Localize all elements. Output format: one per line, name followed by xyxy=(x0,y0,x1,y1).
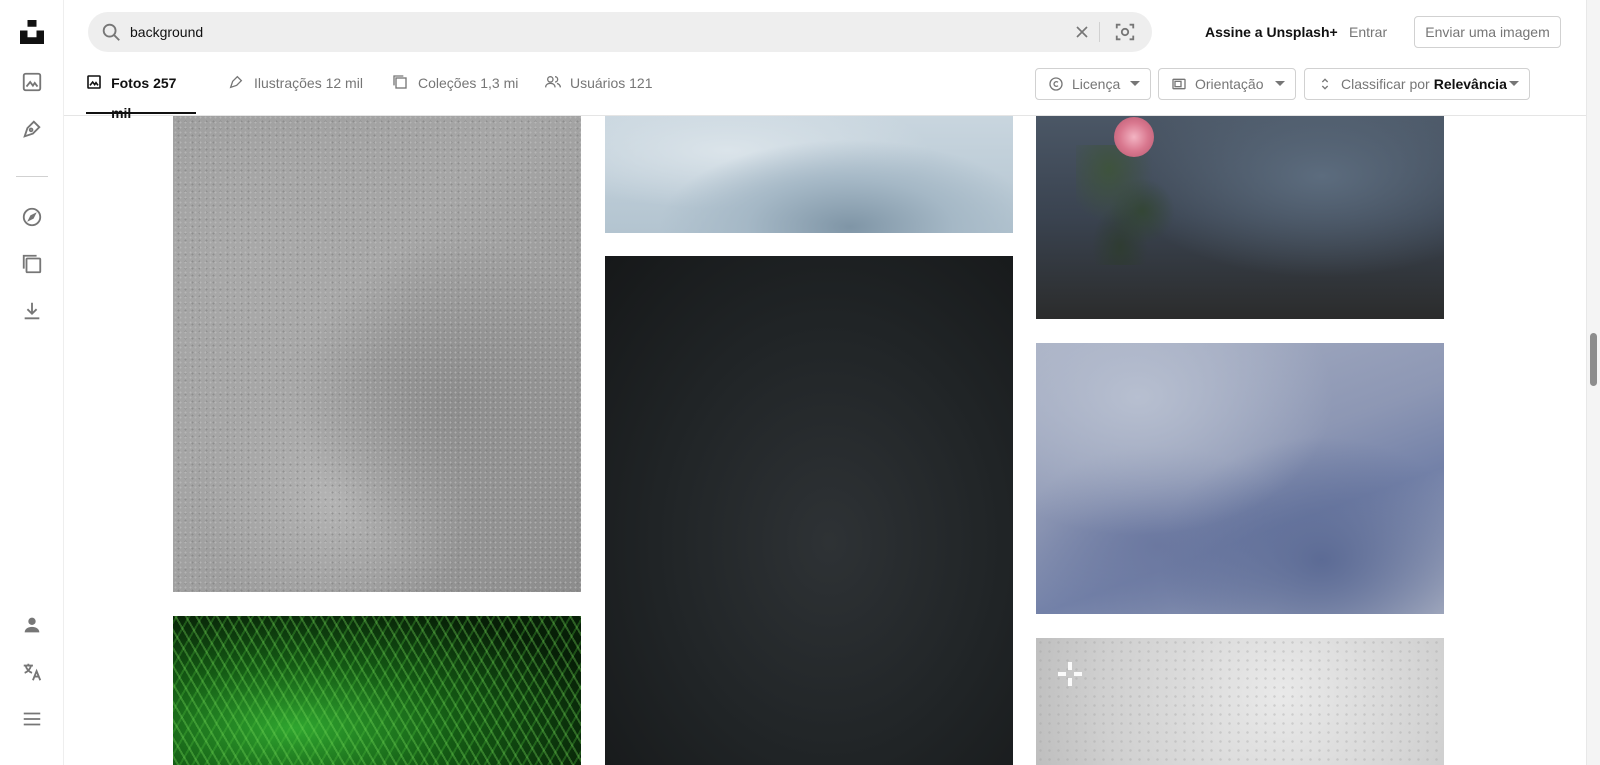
submit-image-button[interactable]: Enviar uma imagem xyxy=(1414,16,1561,48)
photo-blue-wall[interactable] xyxy=(1036,343,1444,614)
search-bar xyxy=(88,12,1152,52)
left-sidebar xyxy=(0,0,64,765)
search-icon[interactable] xyxy=(100,21,122,43)
page-scrollbar-thumb[interactable] xyxy=(1590,333,1597,386)
login-link[interactable]: Entrar xyxy=(1349,22,1387,42)
visual-search-icon[interactable] xyxy=(1114,21,1136,43)
photos-icon[interactable] xyxy=(20,70,44,94)
orientation-icon xyxy=(1171,76,1187,92)
clear-search-icon[interactable] xyxy=(1072,22,1092,42)
unsplash-logo-icon[interactable] xyxy=(20,20,44,44)
photo-icon xyxy=(86,74,103,92)
tab-users-label: Usuários 121 xyxy=(570,75,653,91)
chevron-down-icon xyxy=(1275,81,1285,86)
chevron-down-icon xyxy=(1509,81,1519,86)
tab-illustrations-label: Ilustrações 12 mil xyxy=(254,75,363,91)
tab-photos-label: Fotos 257 mil xyxy=(111,75,177,121)
sort-filter[interactable]: Classificar por Relevância xyxy=(1304,68,1530,100)
unsplash-plus-link[interactable]: Assine a Unsplash+ xyxy=(1205,22,1338,42)
tab-collections[interactable]: Coleções 1,3 mi xyxy=(392,68,518,114)
collections-icon xyxy=(392,74,410,92)
sort-filter-value: Relevância xyxy=(1433,76,1507,92)
illustrations-icon[interactable] xyxy=(20,117,44,141)
license-filter-label: Licença xyxy=(1072,76,1121,92)
pink-flower xyxy=(1114,117,1154,157)
menu-icon[interactable] xyxy=(20,707,44,731)
pen-icon xyxy=(228,74,246,92)
chevron-down-icon xyxy=(1130,81,1140,86)
sidebar-divider xyxy=(16,176,48,177)
tab-users[interactable]: Usuários 121 xyxy=(544,68,653,114)
leaves-decoration xyxy=(1076,145,1186,265)
license-filter[interactable]: Licença xyxy=(1035,68,1151,100)
photo-green-fern[interactable] xyxy=(173,616,581,765)
explore-icon[interactable] xyxy=(20,205,44,229)
photo-white-wall[interactable] xyxy=(1036,638,1444,765)
tab-collections-label: Coleções 1,3 mi xyxy=(418,75,519,91)
orientation-filter-label: Orientação xyxy=(1195,76,1264,92)
tab-photos[interactable]: Fotos 257 mil xyxy=(86,68,196,121)
copyright-icon xyxy=(1048,76,1064,92)
search-input[interactable] xyxy=(130,12,1050,52)
search-divider xyxy=(1099,22,1100,42)
sort-filter-prefix: Classificar por xyxy=(1341,76,1430,92)
translate-icon[interactable] xyxy=(20,660,44,684)
user-icon[interactable] xyxy=(20,613,44,637)
photo-light-blue-abstract[interactable] xyxy=(605,115,1013,233)
unsplash-plus-icon xyxy=(1054,658,1086,690)
orientation-filter[interactable]: Orientação xyxy=(1158,68,1296,100)
photo-dark-wall[interactable] xyxy=(605,256,1013,765)
photo-gray-concrete[interactable] xyxy=(173,115,581,592)
collections-icon[interactable] xyxy=(20,252,44,276)
download-icon[interactable] xyxy=(20,299,44,323)
sort-icon xyxy=(1317,76,1333,92)
top-header: Assine a Unsplash+ Entrar Enviar uma ima… xyxy=(64,0,1586,121)
tab-illustrations[interactable]: Ilustrações 12 mil xyxy=(228,68,363,114)
users-icon xyxy=(544,74,562,92)
photo-flower-dark-wall[interactable] xyxy=(1036,115,1444,319)
